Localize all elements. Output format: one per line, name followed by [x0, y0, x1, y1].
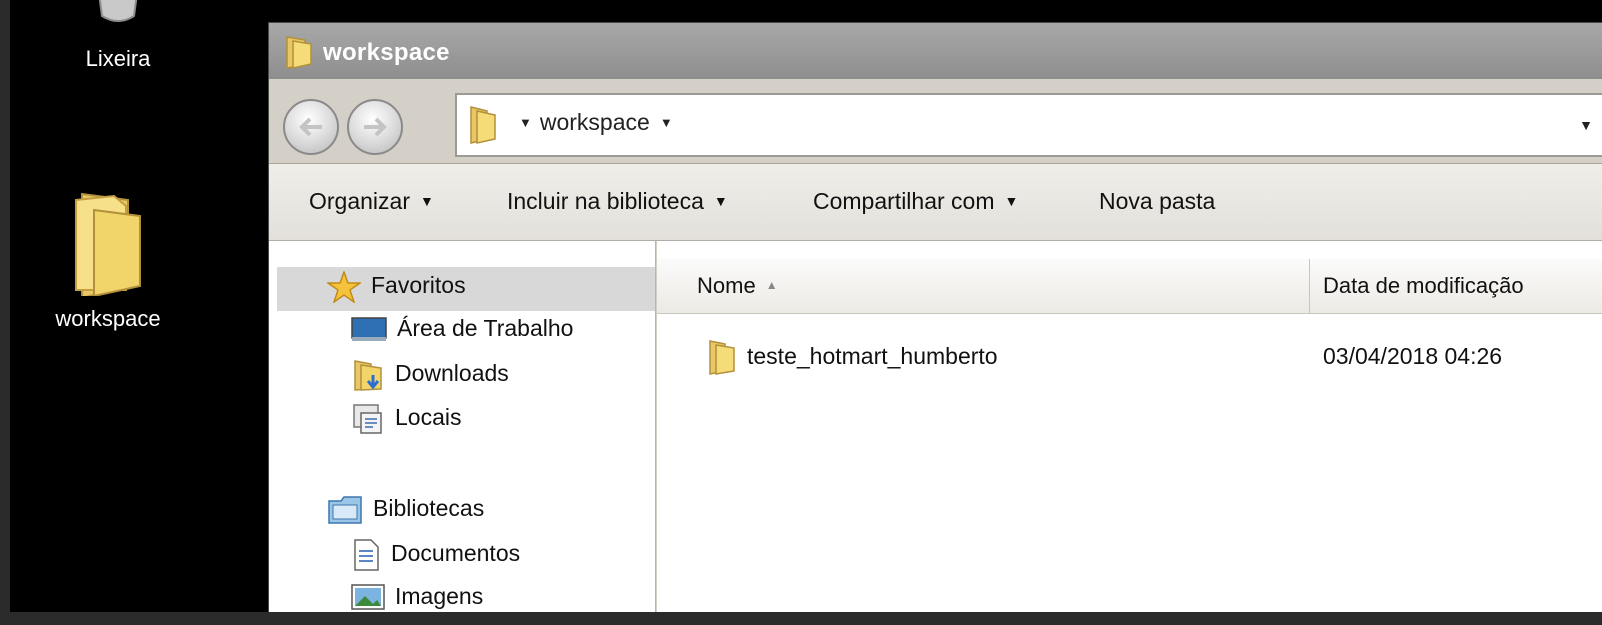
- desktop-icon-recycle-bin[interactable]: Lixeira: [58, 0, 178, 72]
- navigation-pane: Favoritos Área de Trabalho Downloads Loc…: [269, 241, 656, 612]
- include-library-button[interactable]: Incluir na biblioteca ▼: [507, 188, 728, 215]
- nav-libraries-label: Bibliotecas: [373, 495, 485, 522]
- chevron-down-icon: ▼: [1004, 193, 1019, 209]
- file-row[interactable]: teste_hotmart_humberto 03/04/2018 04:26: [657, 335, 1602, 379]
- chevron-down-icon: ▼: [419, 193, 434, 209]
- nav-item-label: Área de Trabalho: [397, 315, 574, 341]
- file-list: Nome ▲ Data de modificação teste_hotmart_…: [657, 241, 1602, 612]
- window-title: workspace: [323, 39, 450, 66]
- command-bar: Organizar ▼ Incluir na biblioteca ▼ Compar…: [269, 164, 1602, 241]
- include-library-label: Incluir na biblioteca: [507, 188, 704, 214]
- folder-icon: [286, 36, 312, 69]
- organize-label: Organizar: [309, 188, 410, 214]
- forward-button[interactable]: [347, 99, 403, 155]
- desktop-icon-label: workspace: [55, 306, 161, 331]
- breadcrumb-chevron-icon[interactable]: ▼: [519, 115, 532, 130]
- column-header-row: Nome ▲ Data de modificação: [657, 259, 1602, 314]
- desktop: Lixeira workspace workspace ▼ workspace …: [10, 0, 1602, 612]
- libraries-icon: [328, 496, 362, 524]
- explorer-window: workspace ▼ workspace ▼ ▼ Organizar ▼ In…: [268, 22, 1602, 612]
- new-folder-button[interactable]: Nova pasta: [1099, 188, 1215, 215]
- folder-icon: [75, 192, 141, 300]
- chevron-down-icon: ▼: [713, 193, 728, 209]
- nav-item-recent-places[interactable]: Locais: [351, 403, 461, 435]
- share-with-button[interactable]: Compartilhar com ▼: [813, 188, 1018, 215]
- navigation-bar: ▼ workspace ▼ ▼: [269, 79, 1602, 164]
- nav-favorites-label: Favoritos: [371, 272, 466, 299]
- address-bar[interactable]: ▼ workspace ▼ ▼: [455, 93, 1602, 157]
- column-name-label: Nome: [697, 273, 756, 298]
- nav-favorites[interactable]: Favoritos: [327, 271, 466, 303]
- file-name: teste_hotmart_humberto: [747, 343, 998, 369]
- star-icon: [327, 271, 361, 303]
- sort-ascending-icon: ▲: [765, 278, 778, 292]
- screen-border-left: [0, 0, 10, 625]
- nav-item-label: Locais: [395, 404, 462, 431]
- folder-icon: [709, 340, 735, 375]
- recycle-bin-icon: [98, 0, 138, 22]
- address-path: ▼ workspace ▼: [519, 109, 673, 136]
- desktop-icon: [351, 317, 387, 341]
- nav-item-label: Downloads: [395, 360, 509, 387]
- documents-icon: [354, 539, 379, 571]
- pictures-icon: [351, 584, 385, 610]
- arrow-right-icon: [364, 117, 387, 137]
- breadcrumb-workspace[interactable]: workspace: [540, 109, 650, 135]
- share-with-label: Compartilhar com: [813, 188, 995, 214]
- arrow-left-icon: [299, 117, 322, 137]
- screen-border-bottom: [0, 612, 1602, 625]
- nav-item-downloads[interactable]: Downloads: [351, 359, 509, 391]
- nav-item-label: Documentos: [391, 540, 521, 567]
- column-header-date[interactable]: Data de modificação: [1323, 273, 1524, 299]
- address-dropdown-icon[interactable]: ▼: [1579, 117, 1593, 133]
- file-date: 03/04/2018 04:26: [1323, 343, 1503, 369]
- nav-item-documents[interactable]: Documentos: [351, 539, 520, 571]
- breadcrumb-chevron-icon[interactable]: ▼: [660, 115, 673, 130]
- desktop-icon-workspace[interactable]: workspace: [38, 186, 178, 332]
- nav-item-pictures[interactable]: Imagens: [351, 583, 483, 612]
- window-titlebar[interactable]: workspace: [269, 23, 1602, 79]
- nav-libraries[interactable]: Bibliotecas: [327, 495, 484, 525]
- nav-item-desktop[interactable]: Área de Trabalho: [351, 315, 573, 343]
- downloads-folder-icon: [354, 360, 382, 391]
- nav-item-label: Imagens: [395, 583, 484, 609]
- column-header-name[interactable]: Nome ▲: [697, 273, 778, 299]
- desktop-icon-label: Lixeira: [85, 46, 151, 71]
- folder-icon: [470, 106, 496, 144]
- back-button[interactable]: [283, 99, 339, 155]
- recent-places-icon: [353, 404, 382, 434]
- organize-button[interactable]: Organizar ▼: [309, 188, 434, 215]
- column-divider[interactable]: [1309, 259, 1310, 313]
